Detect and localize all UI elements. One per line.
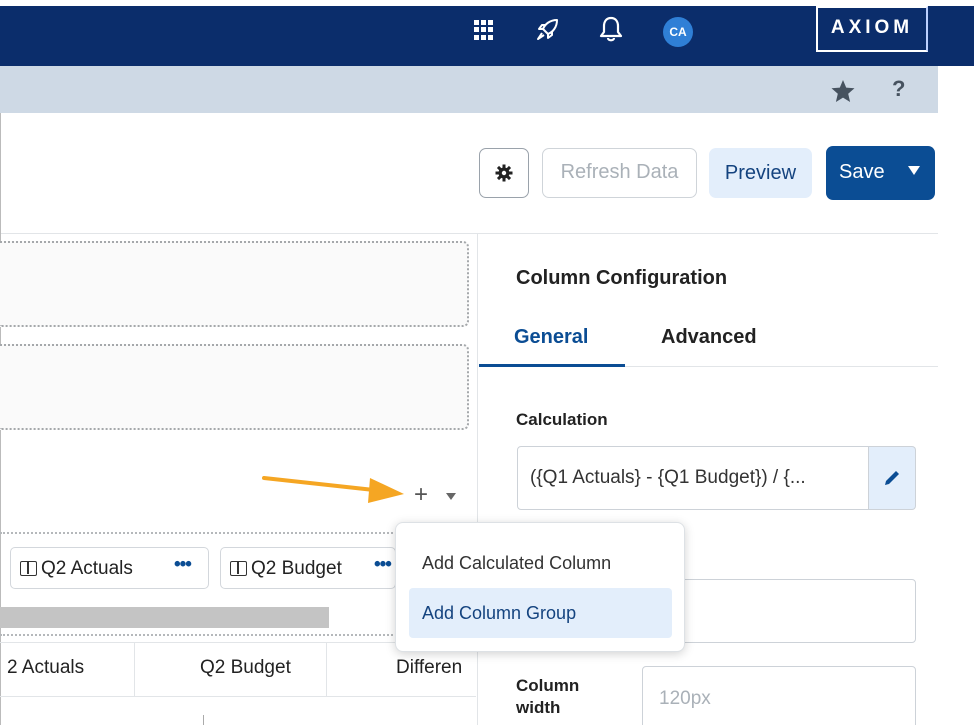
horizontal-scrollbar[interactable] <box>0 607 329 628</box>
tab-advanced[interactable]: Advanced <box>661 326 757 349</box>
panel-title: Column Configuration <box>516 267 728 289</box>
column-chip-q2-budget[interactable]: Q2 Budget ••• <box>220 547 396 589</box>
column-width-label: Column width <box>516 676 580 717</box>
header-divider <box>326 642 327 697</box>
secondary-bar <box>0 66 938 113</box>
annotation-arrow-icon <box>262 476 404 503</box>
chevron-down-icon[interactable] <box>908 166 920 175</box>
content-divider <box>1 233 938 234</box>
axiom-logo[interactable]: AXIOM <box>817 17 927 39</box>
drop-zone-top[interactable] <box>0 241 469 327</box>
row-divider <box>203 715 204 725</box>
active-tab-indicator <box>479 364 625 367</box>
help-icon[interactable]: ? <box>892 76 905 102</box>
save-button[interactable]: Save <box>826 146 935 200</box>
add-dropdown-caret-icon[interactable] <box>446 493 456 500</box>
column-header[interactable]: 2 Actuals <box>7 657 84 679</box>
apps-grid-icon[interactable] <box>474 20 494 40</box>
pencil-icon <box>885 471 899 485</box>
column-header[interactable]: Differen <box>396 657 462 679</box>
more-options-icon[interactable]: ••• <box>174 554 192 576</box>
drop-zone-middle[interactable] <box>0 344 469 430</box>
calculation-label: Calculation <box>516 410 608 429</box>
rocket-icon[interactable] <box>535 16 561 42</box>
gear-icon <box>495 164 513 182</box>
column-chip-q2-actuals[interactable]: Q2 Actuals ••• <box>10 547 209 589</box>
more-options-icon[interactable]: ••• <box>374 554 392 576</box>
add-column-button[interactable]: + <box>414 483 428 507</box>
column-chip-label: Q2 Actuals <box>41 558 133 579</box>
menu-item-add-column-group[interactable]: Add Column Group <box>409 588 672 638</box>
menu-item-add-calculated-column[interactable]: Add Calculated Column <box>409 538 672 588</box>
refresh-data-button[interactable]: Refresh Data <box>542 148 697 198</box>
column-icon <box>230 561 247 576</box>
app-window: CA AXIOM ? Refresh Data Preview Save + Q… <box>0 0 974 725</box>
column-icon <box>20 561 37 576</box>
save-label: Save <box>839 161 885 183</box>
header-divider <box>134 642 135 697</box>
bell-icon[interactable] <box>598 15 624 43</box>
column-width-input[interactable]: 120px <box>642 666 916 725</box>
column-chip-label: Q2 Budget <box>251 558 342 579</box>
add-column-menu: Add Calculated Column Add Column Group <box>395 522 685 652</box>
calculation-field[interactable]: ({Q1 Actuals} - {Q1 Budget}) / {... <box>517 446 869 510</box>
right-margin <box>938 66 974 725</box>
user-avatar[interactable]: CA <box>663 17 693 47</box>
edit-calculation-button[interactable] <box>869 446 916 510</box>
tab-general[interactable]: General <box>514 326 588 349</box>
settings-button[interactable] <box>479 148 529 198</box>
column-header[interactable]: Q2 Budget <box>200 657 291 679</box>
star-icon[interactable] <box>830 79 856 103</box>
preview-button[interactable]: Preview <box>709 148 812 198</box>
